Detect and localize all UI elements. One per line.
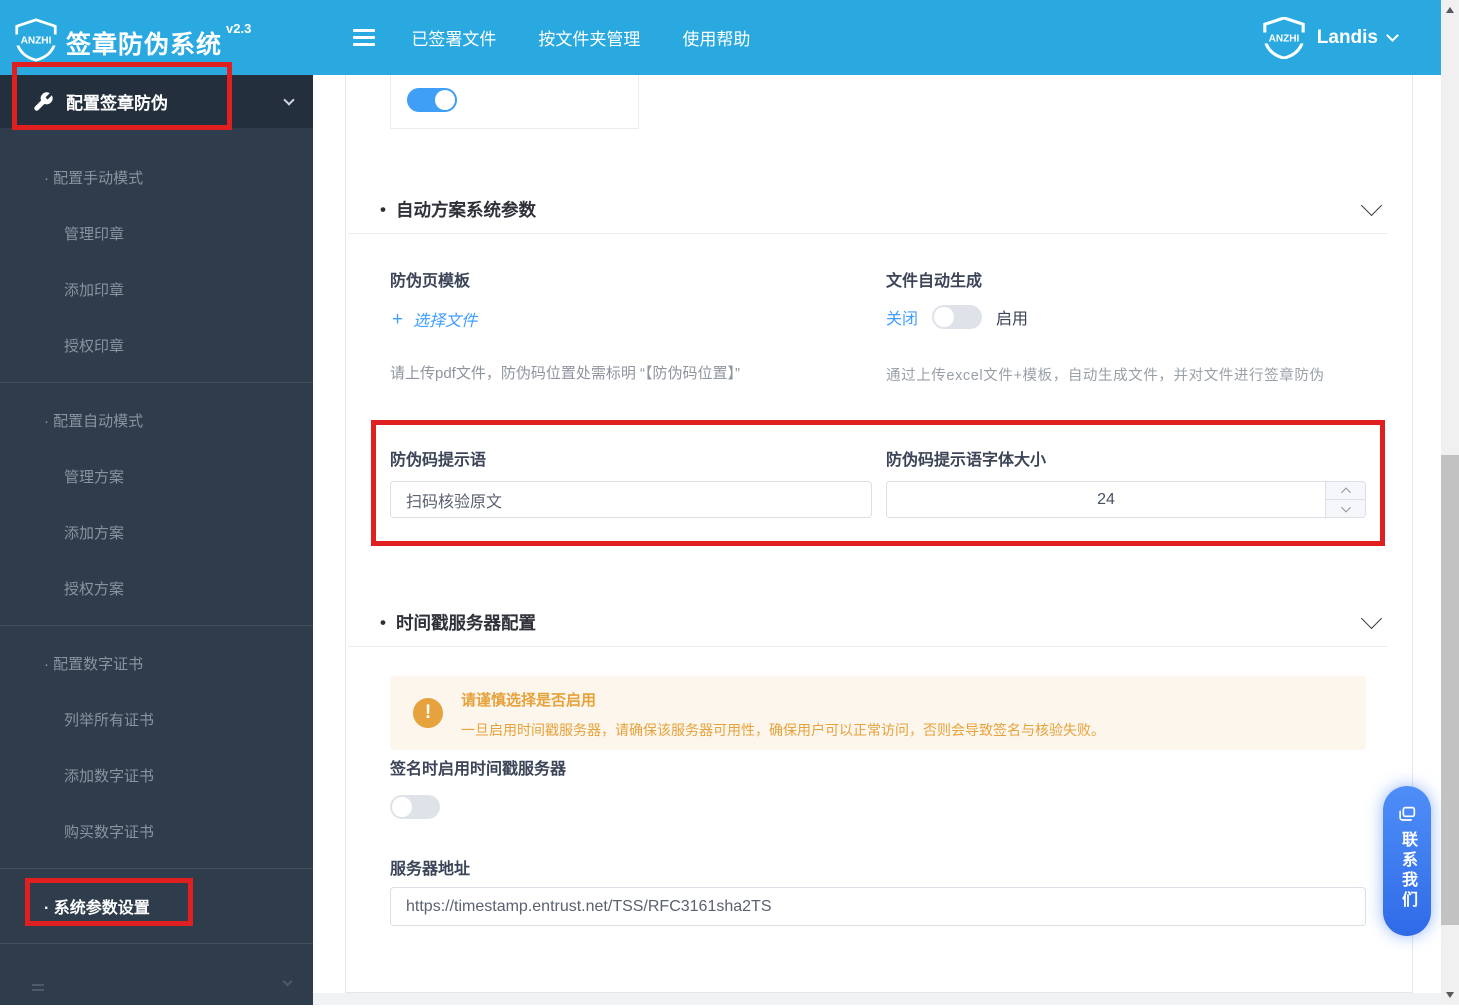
font-size-label: 防伪码提示语字体大小 — [886, 452, 1047, 469]
section-title-timestamp: • 时间戳服务器配置 — [380, 612, 536, 634]
increment-button[interactable] — [1326, 482, 1365, 500]
bullet-icon: • — [380, 612, 386, 632]
autogen-hint: 通过上传excel文件+模板，自动生成文件，并对文件进行签章防伪 — [886, 368, 1325, 384]
svg-text:ANZHI: ANZHI — [21, 35, 52, 46]
top-bar: ANZHI 签章防伪系统 v2.3 已签署文件 按文件夹管理 使用帮助 ANZHI … — [0, 0, 1441, 75]
vertical-scrollbar[interactable] — [1441, 0, 1459, 1005]
alert-title: 请谨慎选择是否启用 — [461, 692, 597, 709]
contact-label: 联系我们 — [1399, 831, 1416, 911]
scroll-up-arrow[interactable] — [1446, 7, 1454, 13]
enable-timestamp-label: 签名时启用时间戳服务器 — [390, 761, 567, 778]
menu-icon — [32, 984, 44, 991]
autogen-toggle-row: 关闭 启用 — [886, 305, 1028, 329]
warning-alert: ! 请谨慎选择是否启用 一旦启用时间戳服务器，请确保该服务器可用性，确保用户可以… — [390, 676, 1366, 750]
top-toggle-card — [390, 74, 639, 129]
chevron-down-icon — [283, 93, 295, 106]
scrollbar-thumb[interactable] — [1441, 455, 1459, 925]
chevron-up-icon — [1340, 486, 1351, 497]
user-name: Landis — [1316, 26, 1378, 48]
sidebar-item[interactable]: 添加数字证书 — [0, 747, 313, 803]
server-address-input[interactable] — [390, 887, 1366, 926]
prompt-input[interactable] — [390, 481, 872, 518]
user-menu[interactable]: ANZHI Landis — [1260, 0, 1399, 75]
page-background — [313, 993, 1441, 1005]
anzhi-shield-logo: ANZHI — [14, 17, 58, 62]
sidebar: 配置签章防伪 · 配置手动模式 管理印章 添加印章 授权印章 · 配置自动模式 管理方案添… — [0, 75, 313, 1005]
header-nav: 已签署文件 按文件夹管理 使用帮助 — [411, 25, 750, 50]
sidebar-group-heading[interactable]: · 配置自动模式 — [0, 392, 313, 448]
sidebar-group-heading[interactable]: · 配置数字证书 — [0, 635, 313, 691]
anzhi-shield-logo: ANZHI — [1260, 16, 1307, 59]
alert-body: 一旦启用时间戳服务器，请确保该服务器可用性，确保用户可以正常访问，否则会导致签名… — [461, 722, 1105, 738]
svg-text:ANZHI: ANZHI — [1268, 33, 1299, 44]
sidebar-item[interactable]: 管理方案 — [0, 448, 313, 504]
wrench-icon — [34, 91, 53, 111]
template-label: 防伪页模板 — [390, 273, 471, 290]
prompt-label: 防伪码提示语 — [390, 452, 487, 469]
decrement-button[interactable] — [1326, 500, 1365, 517]
section-title-auto-params: • 自动方案系统参数 — [380, 199, 536, 221]
sidebar-divider — [0, 625, 313, 626]
sidebar-group-heading[interactable]: · 配置手动模式 — [0, 149, 313, 205]
contact-us-button[interactable]: 联系我们 — [1383, 786, 1431, 936]
sidebar-divider — [0, 382, 313, 383]
settings-panel: • 自动方案系统参数 防伪页模板 文件自动生成 + 选择文件 关闭 启用 请上传… — [345, 74, 1413, 993]
sidebar-divider — [0, 868, 313, 869]
choose-file-link[interactable]: + 选择文件 — [392, 307, 477, 331]
sidebar-divider — [0, 943, 313, 944]
autogen-label: 文件自动生成 — [886, 273, 983, 290]
sidebar-collapsed-item[interactable] — [0, 968, 313, 1008]
stepper-buttons — [1325, 482, 1365, 517]
template-hint: 请上传pdf文件，防伪码位置处需标明 “【防伪码位置】” — [390, 365, 741, 382]
plus-icon: + — [392, 308, 404, 330]
hamburger-icon[interactable] — [353, 29, 376, 46]
font-size-stepper — [886, 481, 1366, 518]
chevron-down-icon — [1340, 502, 1351, 513]
sidebar-group-heading[interactable]: · 系统参数设置 — [0, 878, 313, 934]
app-title: 签章防伪系统 — [66, 30, 223, 59]
collapse-chevron-icon[interactable] — [1360, 194, 1383, 217]
sidebar-menu: · 配置手动模式 管理印章 添加印章 授权印章 · 配置自动模式 管理方案 添加方案 授权方案… — [0, 149, 313, 953]
font-size-input[interactable] — [887, 482, 1365, 517]
scroll-down-arrow[interactable] — [1446, 992, 1454, 998]
chat-icon — [1399, 806, 1416, 821]
divider — [348, 646, 1388, 647]
server-address-label: 服务器地址 — [390, 861, 471, 878]
sidebar-item[interactable]: 添加方案 — [0, 504, 313, 560]
top-nav-item[interactable]: 已签署文件 — [411, 25, 496, 50]
sidebar-item[interactable]: 添加印章 — [0, 261, 313, 317]
brand: ANZHI 签章防伪系统 v2.3 — [0, 13, 251, 63]
collapse-chevron-icon[interactable] — [1360, 607, 1383, 630]
chevron-down-icon — [282, 976, 293, 987]
sidebar-item[interactable]: 列举所有证书 — [0, 691, 313, 747]
bullet-icon: • — [380, 199, 386, 219]
sidebar-main-label: 配置签章防伪 — [66, 94, 168, 113]
top-nav-item[interactable]: 使用帮助 — [682, 25, 750, 50]
top-nav-item[interactable]: 按文件夹管理 — [538, 25, 640, 50]
autogen-toggle-switch[interactable] — [932, 305, 983, 329]
autogen-off-label[interactable]: 关闭 — [886, 305, 918, 329]
sidebar-item[interactable]: 管理印章 — [0, 205, 313, 261]
timestamp-toggle-switch[interactable] — [390, 795, 440, 819]
sidebar-item-configure-seal[interactable]: 配置签章防伪 — [0, 75, 313, 128]
warning-icon: ! — [413, 698, 443, 728]
sidebar-item[interactable]: 授权方案 — [0, 560, 313, 616]
chevron-down-icon — [1386, 29, 1399, 42]
autogen-on-label[interactable]: 启用 — [996, 305, 1028, 329]
top-toggle-switch[interactable] — [407, 88, 457, 112]
main-content: • 自动方案系统参数 防伪页模板 文件自动生成 + 选择文件 关闭 启用 请上传… — [313, 74, 1441, 1005]
sidebar-item[interactable]: 购买数字证书 — [0, 803, 313, 859]
app-version: v2.3 — [226, 20, 252, 36]
divider — [348, 233, 1388, 234]
sidebar-item[interactable]: 授权印章 — [0, 317, 313, 373]
